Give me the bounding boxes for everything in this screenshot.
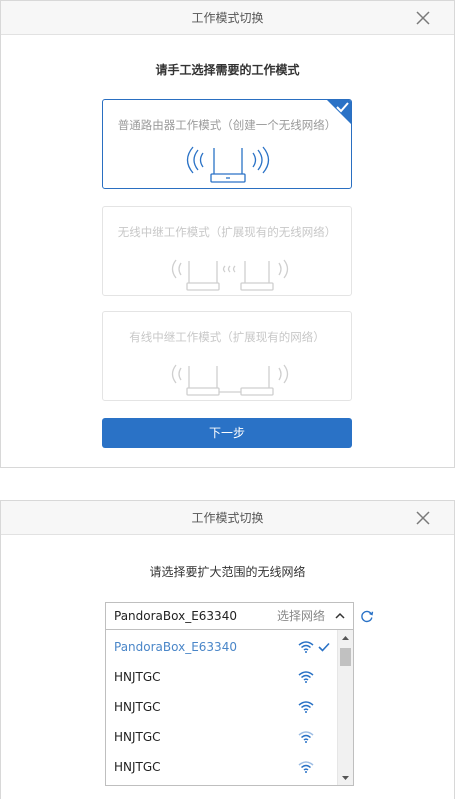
network-name: HNJTGC <box>114 670 161 684</box>
list-item[interactable]: HNJTGC <box>106 692 336 722</box>
scroll-down-icon[interactable] <box>338 770 353 786</box>
router-icon <box>186 146 270 183</box>
chevron-up-icon <box>335 612 345 619</box>
scroll-up-icon[interactable] <box>338 630 353 646</box>
network-name: HNJTGC <box>114 700 161 714</box>
mode-label: 无线中继工作模式（扩展现有的无线网络） <box>117 225 337 239</box>
dialog-title: 工作模式切换 <box>191 511 264 525</box>
network-name: PandoraBox_E63340 <box>114 640 237 654</box>
list-item[interactable]: PandoraBox_E63340 <box>106 632 336 662</box>
network-select[interactable]: PandoraBox_E63340 选择网络 <box>105 602 354 630</box>
list-item[interactable]: HNJTGC <box>106 662 336 692</box>
mode-card-wired-repeater[interactable]: 有线中继工作模式（扩展现有的网络） <box>102 311 352 401</box>
network-name: HNJTGC <box>114 760 161 774</box>
check-icon <box>327 100 351 124</box>
list-item[interactable]: HNJTGC <box>106 722 336 752</box>
list-scrollbar[interactable] <box>337 630 353 786</box>
mode-heading: 请手工选择需要的工作模式 <box>155 63 300 77</box>
wifi-icon <box>298 671 314 683</box>
mode-switch-dialog: 工作模式切换 请手工选择需要的工作模式 普通路由器工作模式（创建一个无线网络） … <box>0 0 455 468</box>
close-icon[interactable] <box>412 507 434 529</box>
selected-network: PandoraBox_E63340 <box>114 609 237 623</box>
dialog-titlebar: 工作模式切换 <box>1 501 454 535</box>
dialog-title: 工作模式切换 <box>191 11 264 25</box>
network-name: HNJTGC <box>114 730 161 744</box>
mode-card-wireless-repeater[interactable]: 无线中继工作模式（扩展现有的无线网络） <box>102 206 352 296</box>
network-select-dialog: 工作模式切换 请选择要扩大范围的无线网络 PandoraBox_E63340 选… <box>0 500 455 799</box>
network-list: PandoraBox_E63340 HNJTGC HNJTGC HNJTGC H… <box>105 630 354 786</box>
list-item[interactable]: HNJTGC <box>106 752 336 782</box>
wifi-icon <box>298 761 314 773</box>
wifi-icon <box>298 731 314 743</box>
wireless-repeater-icon <box>171 259 289 291</box>
wifi-icon <box>298 701 314 713</box>
mode-label: 普通路由器工作模式（创建一个无线网络） <box>117 118 337 132</box>
mode-label: 有线中继工作模式（扩展现有的网络） <box>129 330 325 344</box>
close-icon[interactable] <box>412 7 434 29</box>
next-step-button[interactable]: 下一步 <box>102 418 352 448</box>
select-hint: 选择网络 <box>276 609 325 623</box>
mode-card-router[interactable]: 普通路由器工作模式（创建一个无线网络） <box>102 99 352 189</box>
scroll-thumb[interactable] <box>340 648 351 666</box>
check-icon <box>318 642 330 652</box>
network-heading: 请选择要扩大范围的无线网络 <box>149 565 306 579</box>
wired-repeater-icon <box>171 364 289 396</box>
wifi-icon <box>298 641 314 653</box>
dialog-titlebar: 工作模式切换 <box>1 1 454 35</box>
refresh-icon[interactable] <box>360 609 374 623</box>
